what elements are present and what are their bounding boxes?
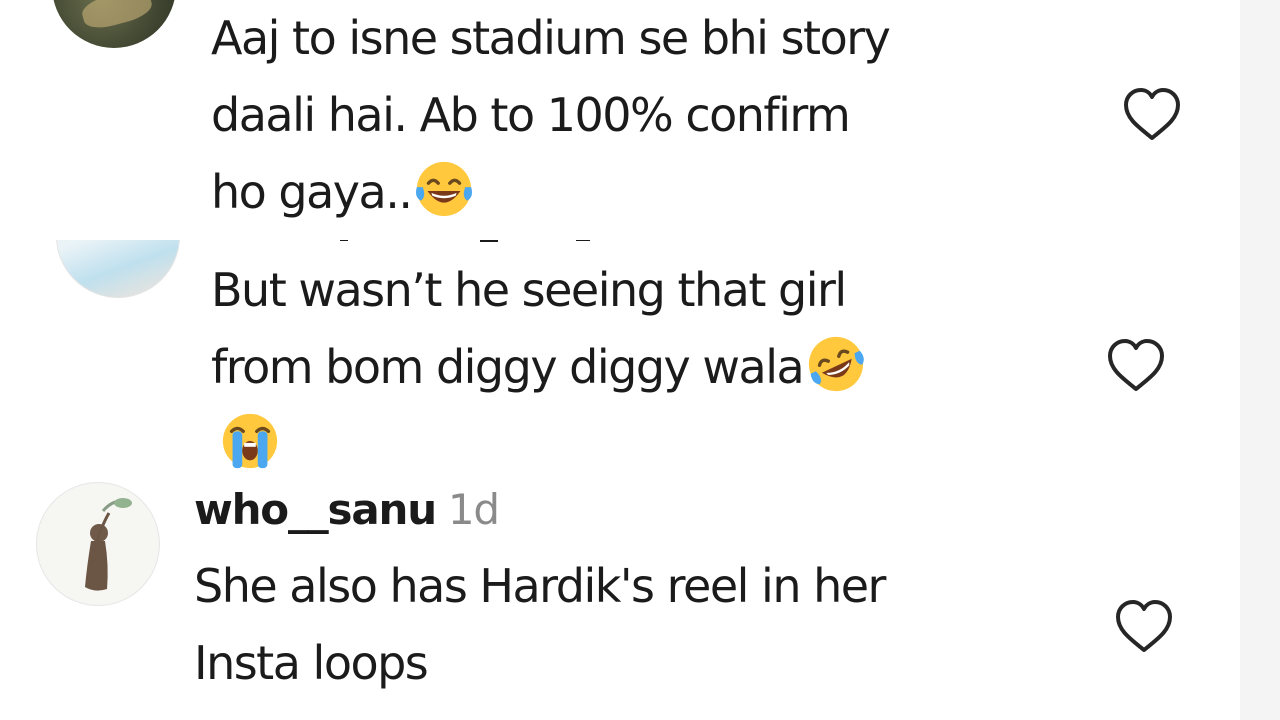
avatar[interactable] <box>56 240 180 298</box>
like-heart-icon[interactable] <box>1112 596 1176 660</box>
username-link[interactable]: who__sanu <box>194 485 437 534</box>
comment-item: Aaj to isne stadium se bhi story daali h… <box>0 0 1240 240</box>
comment-item: But wasn’t he seeing that girl from bom … <box>0 240 1240 480</box>
timestamp: 1d <box>447 485 500 534</box>
avatar[interactable] <box>52 0 176 48</box>
avatar[interactable] <box>36 482 160 606</box>
scrollbar-track[interactable] <box>1240 0 1280 720</box>
face-with-tears-of-joy-icon <box>416 161 473 217</box>
clipped-header-text <box>340 240 590 242</box>
girl-silhouette-icon <box>85 498 132 591</box>
comment-header: who__sanu 1d <box>194 482 500 538</box>
comment-text: Aaj to isne stadium se bhi story daali h… <box>211 11 891 219</box>
comment-item: who__sanu 1d She also has Hardik's reel i… <box>0 480 1240 720</box>
like-heart-icon[interactable] <box>1104 335 1168 399</box>
like-heart-icon[interactable] <box>1120 84 1184 148</box>
rolling-on-the-floor-laughing-icon <box>809 336 864 392</box>
loudly-crying-face-icon <box>222 413 278 469</box>
comment-text: But wasn’t he seeing that girl from bom … <box>211 252 1091 480</box>
comment-text: She also has Hardik's reel in her Insta … <box>194 559 886 690</box>
